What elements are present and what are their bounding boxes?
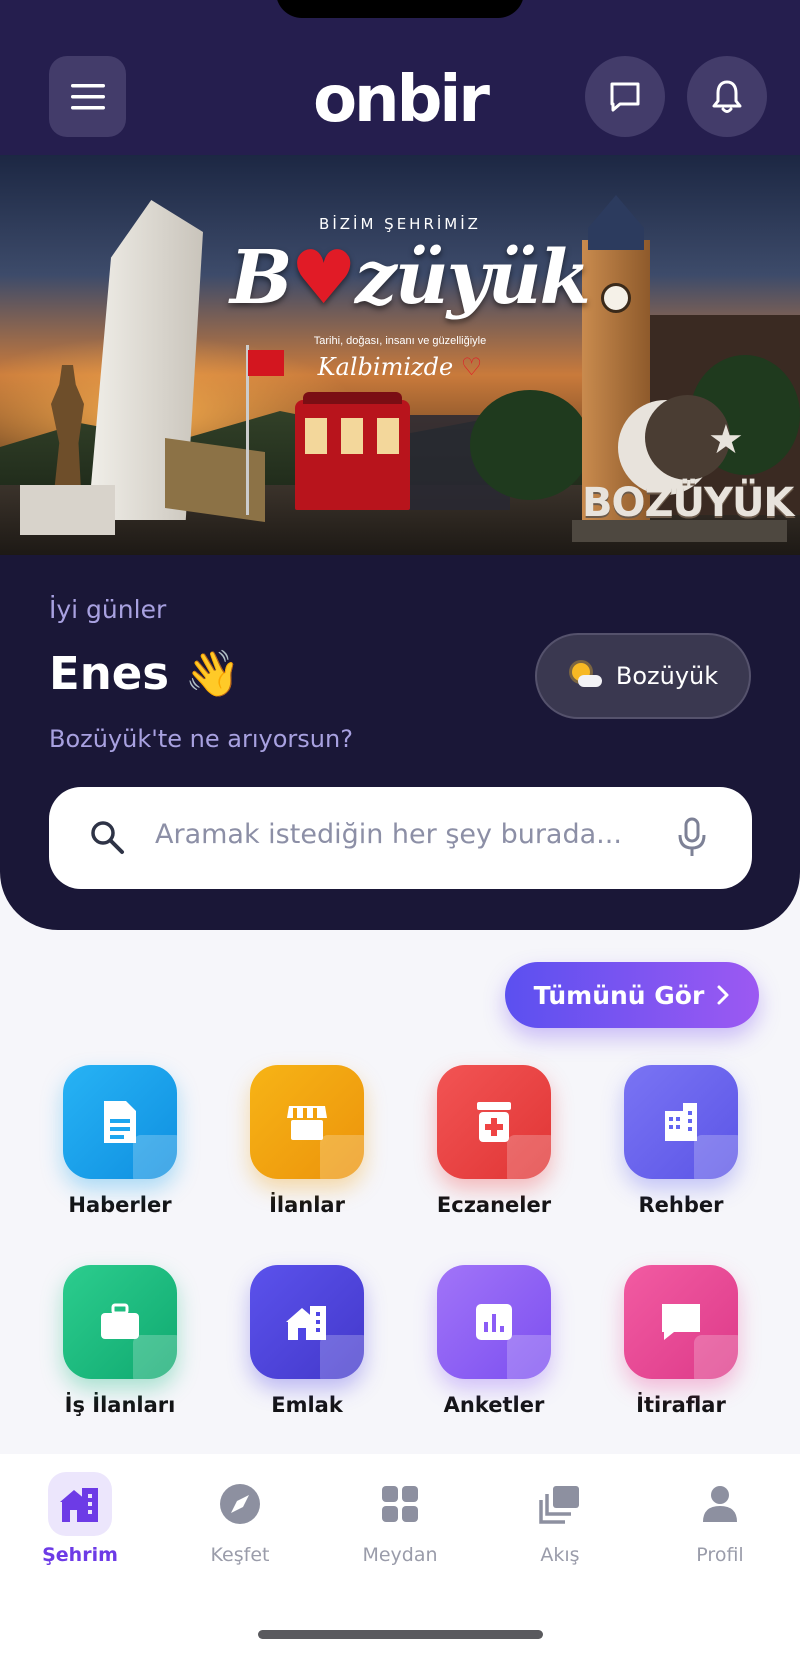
app-logo: onbir (313, 63, 490, 137)
category-is-ilanlari[interactable]: İş İlanları (45, 1265, 195, 1435)
tab-label: Akış (540, 1544, 580, 1566)
category-label: İtiraflar (636, 1393, 726, 1417)
category-icon-box (624, 1265, 738, 1379)
category-label: Haberler (68, 1193, 172, 1217)
category-emlak[interactable]: Emlak (232, 1265, 382, 1435)
greeting-question: Bozüyük'te ne arıyorsun? (49, 725, 353, 753)
microphone-icon[interactable] (677, 817, 707, 859)
category-icon-box (63, 1265, 177, 1379)
greeting-text: İyi günler (49, 595, 167, 624)
tram-roof (303, 392, 402, 404)
device-notch (276, 0, 524, 18)
bronze-relief (165, 437, 265, 523)
tram-window (305, 418, 327, 454)
bottom-tab-bar: Şehrim Keşfet Meydan Akış Profil (0, 1454, 800, 1654)
search-icon (91, 821, 124, 854)
tab-profil[interactable]: Profil (655, 1472, 785, 1566)
category-ilanlar[interactable]: İlanlar (232, 1065, 382, 1235)
tab-label: Şehrim (42, 1544, 118, 1566)
category-eczaneler[interactable]: Eczaneler (419, 1065, 569, 1235)
category-anketler[interactable]: Anketler (419, 1265, 569, 1435)
heart-outline-icon: ♡ (460, 353, 483, 381)
feed-icon (539, 1486, 579, 1524)
notifications-button[interactable] (687, 56, 767, 137)
category-icon-box (250, 1065, 364, 1179)
tab-label: Profil (696, 1544, 744, 1566)
chevron-right-icon (717, 985, 729, 1005)
category-icon-box (624, 1065, 738, 1179)
location-weather-button[interactable]: Bozüyük (535, 633, 751, 719)
home-indicator (258, 1630, 543, 1639)
tab-meydan[interactable]: Meydan (335, 1472, 465, 1566)
tram (295, 392, 410, 510)
tab-label: Keşfet (210, 1544, 270, 1566)
tab-icon-wrap (208, 1472, 272, 1536)
city-sign: BOZÜYÜK (582, 480, 794, 526)
category-icon-box (63, 1065, 177, 1179)
location-label: Bozüyük (615, 662, 719, 690)
category-rehber[interactable]: Rehber (606, 1065, 756, 1235)
category-icon-box (250, 1265, 364, 1379)
category-label: Rehber (638, 1193, 724, 1217)
category-itiraflar[interactable]: İtiraflar (606, 1265, 756, 1435)
search-input[interactable]: Aramak istediğin her şey burada... (155, 819, 622, 850)
search-bar[interactable]: Aramak istediğin her şey burada... (49, 787, 752, 889)
building-icon (665, 1103, 697, 1141)
messages-button[interactable] (585, 56, 665, 137)
chat-icon (610, 82, 640, 111)
category-label: Eczaneler (436, 1193, 552, 1217)
tab-icon-wrap (528, 1472, 592, 1536)
banner-title-end: züyük (354, 235, 591, 321)
greeting-panel: İyi günler Enes 👋 Bozüyük'te ne arıyorsu… (0, 555, 800, 930)
category-label: İlanlar (269, 1193, 345, 1217)
speech-bubble-icon (662, 1304, 700, 1340)
heart-icon: ♥ (290, 235, 357, 321)
see-all-button[interactable]: Tümünü Gör (505, 962, 759, 1028)
tab-kesfet[interactable]: Keşfet (175, 1472, 305, 1566)
partly-sunny-icon (568, 661, 602, 691)
compass-icon (220, 1484, 260, 1524)
banner-subtitle: Tarihi, doğası, insanı ve güzelliğiyle (313, 335, 487, 347)
category-icon-box (437, 1065, 551, 1179)
star-icon: ★ (708, 417, 744, 463)
tab-icon-wrap (368, 1472, 432, 1536)
banner-script-text: Kalbimizde (317, 353, 454, 381)
banner-title: B♥züyük (230, 235, 591, 321)
see-all-label: Tümünü Gör (533, 980, 705, 1010)
grid-icon (382, 1486, 418, 1522)
category-label: İş İlanları (64, 1393, 176, 1417)
banner-script: Kalbimizde ♡ (0, 353, 800, 381)
banner-kicker: BİZİM ŞEHRİMİZ (319, 215, 481, 233)
clock-face (601, 283, 631, 313)
app-header: onbir (0, 0, 800, 155)
city-icon (60, 1488, 98, 1522)
tree (470, 390, 590, 500)
category-haberler[interactable]: Haberler (45, 1065, 195, 1235)
briefcase-icon (101, 1303, 139, 1339)
tab-akis[interactable]: Akış (495, 1472, 625, 1566)
tab-label: Meydan (362, 1544, 438, 1566)
tab-icon-wrap (688, 1472, 752, 1536)
tram-window (341, 418, 363, 454)
category-icon-box (437, 1265, 551, 1379)
person-icon (703, 1486, 737, 1522)
tram-window (377, 418, 399, 454)
tab-icon-wrap (48, 1472, 112, 1536)
bell-icon (712, 80, 742, 113)
poll-icon (476, 1304, 512, 1340)
statue-base (20, 485, 115, 535)
category-label: Emlak (271, 1393, 343, 1417)
category-label: Anketler (443, 1393, 545, 1417)
user-name: Enes 👋 (49, 647, 241, 700)
city-banner[interactable]: ★ BOZÜYÜK BİZİM ŞEHRİMİZ B♥züyük Tarihi,… (0, 155, 800, 555)
banner-title-start: B (230, 235, 293, 321)
tab-sehrim[interactable]: Şehrim (15, 1472, 145, 1566)
